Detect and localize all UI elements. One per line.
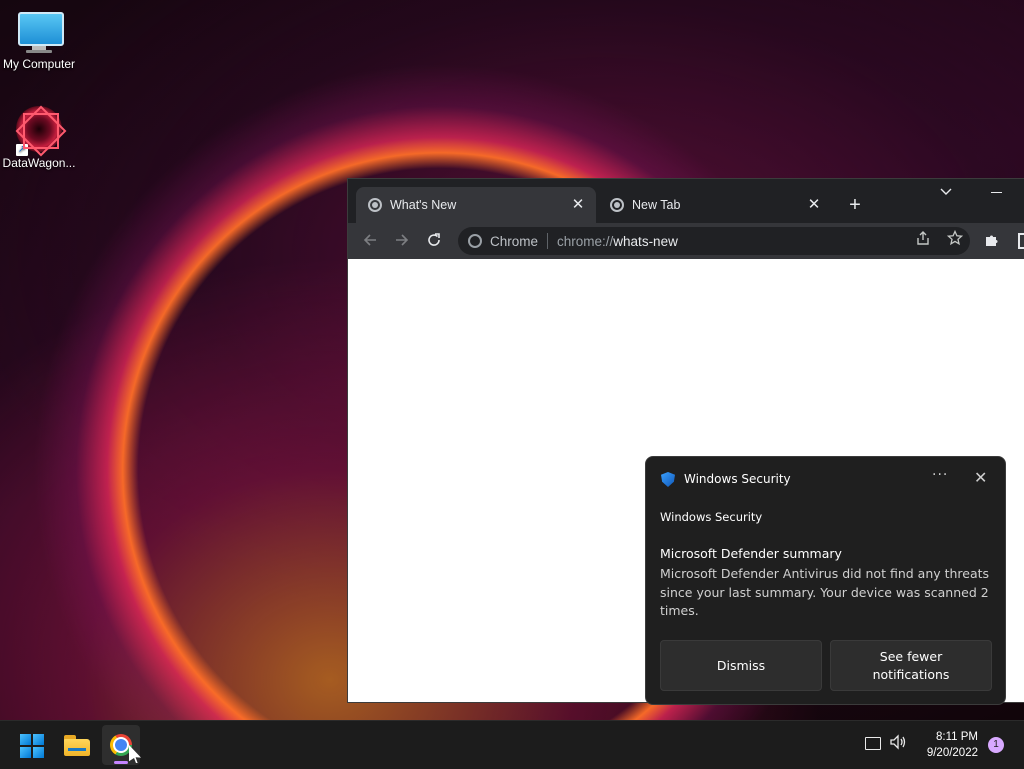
toast-source: Windows Security xyxy=(660,510,763,524)
close-tab-icon[interactable]: ✕ xyxy=(806,197,822,213)
tab-search-chevron-icon[interactable] xyxy=(940,185,952,199)
address-separator xyxy=(547,233,549,249)
forward-arrow-icon[interactable] xyxy=(393,232,411,250)
tab-whats-new[interactable]: What's New ✕ xyxy=(356,187,596,223)
tab-strip: What's New ✕ New Tab ✕ + xyxy=(348,179,1024,223)
desktop-icon-label: DataWagon... xyxy=(2,156,76,170)
taskbar-chrome-button[interactable] xyxy=(102,725,140,765)
close-icon[interactable]: ✕ xyxy=(974,468,987,487)
bookmark-star-icon[interactable] xyxy=(946,229,964,250)
desktop-icon-datawagon[interactable]: ↗ DataWagon... xyxy=(0,106,78,170)
start-icon[interactable] xyxy=(20,734,44,758)
see-fewer-notifications-button[interactable]: See fewer notifications xyxy=(830,640,992,691)
monitor-icon xyxy=(18,12,64,53)
extensions-puzzle-icon[interactable] xyxy=(984,232,1000,252)
clock-time: 8:11 PM xyxy=(936,731,978,743)
network-icon[interactable] xyxy=(865,737,881,750)
running-indicator xyxy=(114,761,128,764)
side-panel-icon[interactable] xyxy=(1018,233,1024,249)
dismiss-button[interactable]: Dismiss xyxy=(660,640,822,691)
url-path: whats-new xyxy=(613,233,678,249)
desktop-icon-my-computer[interactable]: My Computer xyxy=(0,12,78,71)
minimize-button[interactable] xyxy=(990,185,1004,199)
volume-icon[interactable] xyxy=(889,734,907,754)
toast-heading: Microsoft Defender summary xyxy=(660,546,842,561)
taskbar-clock[interactable]: 8:11 PM 9/20/2022 xyxy=(918,729,978,761)
chrome-icon xyxy=(110,734,132,756)
shortcut-arrow-icon: ↗ xyxy=(16,144,28,156)
toast-body: Microsoft Defender Antivirus did not fin… xyxy=(660,566,990,618)
address-bar[interactable]: Chrome chrome:// whats-new xyxy=(458,227,970,255)
new-tab-button[interactable]: + xyxy=(844,194,866,216)
see-fewer-label: See fewer notifications xyxy=(872,648,950,682)
notification-toast[interactable]: Windows Security ··· ✕ Windows Security … xyxy=(645,456,1006,705)
address-origin-chip: Chrome xyxy=(490,233,539,249)
file-explorer-icon[interactable] xyxy=(64,735,90,756)
reload-icon[interactable] xyxy=(425,232,443,250)
url-scheme: chrome:// xyxy=(557,233,614,249)
shield-icon xyxy=(661,472,675,487)
desktop-icon-label: My Computer xyxy=(2,57,76,71)
chrome-icon xyxy=(468,234,482,248)
tab-new-tab[interactable]: New Tab ✕ xyxy=(598,187,832,223)
chrome-icon xyxy=(610,198,624,212)
more-options-icon[interactable]: ··· xyxy=(932,467,948,483)
tab-title: New Tab xyxy=(632,198,681,212)
share-icon[interactable] xyxy=(915,230,931,250)
notification-count-badge[interactable]: 1 xyxy=(988,737,1004,753)
back-arrow-icon[interactable] xyxy=(361,232,379,250)
browser-toolbar: Chrome chrome:// whats-new xyxy=(348,223,1024,259)
close-tab-icon[interactable]: ✕ xyxy=(570,197,586,213)
clock-date: 9/20/2022 xyxy=(926,747,978,759)
datawagon-logo-icon: ↗ xyxy=(16,106,62,156)
taskbar: 8:11 PM 9/20/2022 1 xyxy=(0,720,1024,769)
toast-app-name: Windows Security xyxy=(684,472,791,486)
chrome-icon xyxy=(368,198,382,212)
tab-title: What's New xyxy=(390,198,457,212)
